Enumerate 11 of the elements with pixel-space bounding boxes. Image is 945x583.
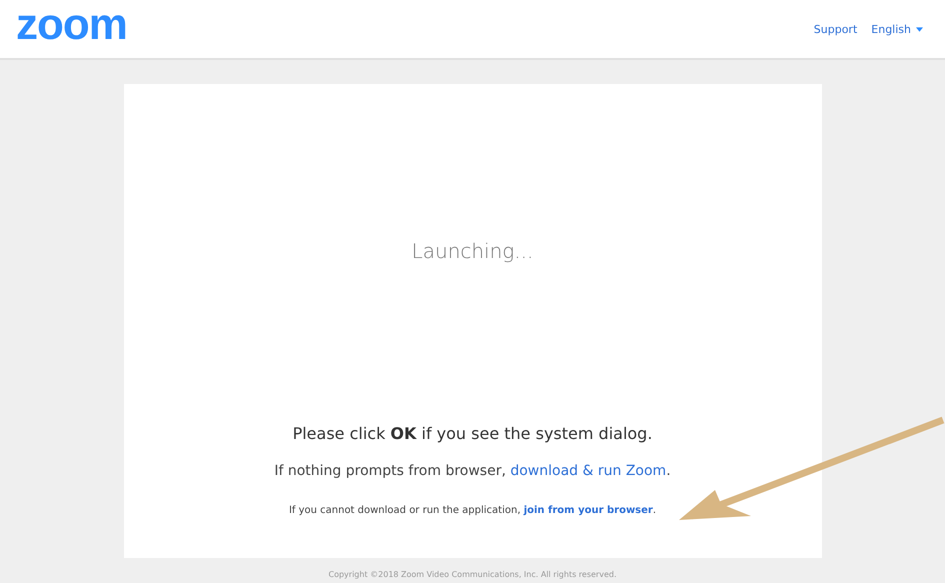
help-link[interactable]: download & run Zoom	[510, 463, 666, 479]
zoom-logo[interactable]: zoom	[16, 3, 127, 47]
copyright-text: Copyright ©2018 Zoom Video Communications, Inc. All rights reserved.	[328, 570, 616, 579]
support-link[interactable]: Support	[814, 22, 858, 36]
help-text: If you cannot download or run the application, join from your browser.	[288, 505, 656, 516]
language-dropdown[interactable]: English	[871, 22, 923, 36]
instruction-text: Please click OK if you see the system dialog.	[292, 424, 652, 443]
launching-status: Launching...	[412, 239, 534, 263]
help-text: If nothing prompts from browser, download & run Zoom.	[274, 463, 671, 479]
caret-icon	[916, 26, 923, 32]
help-link[interactable]: join from your browser	[524, 505, 653, 516]
